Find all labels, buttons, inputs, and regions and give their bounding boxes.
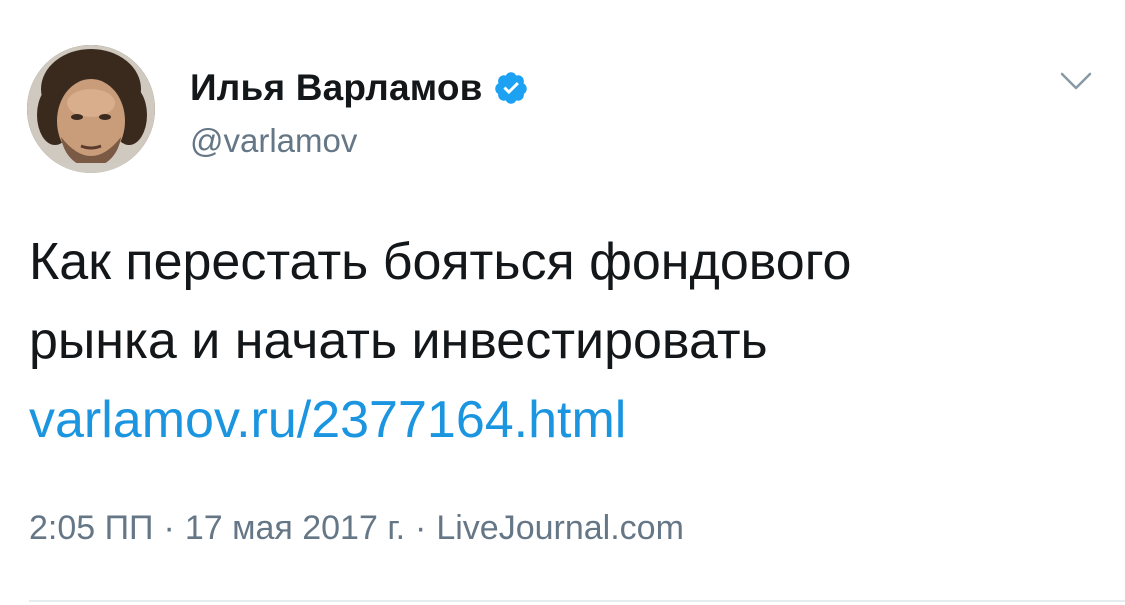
tweet: Илья Варламов @varlamov Как перестать бо… xyxy=(0,0,1125,605)
tweet-link-line: varlamov.ru/2377164.html xyxy=(29,381,1089,460)
divider xyxy=(29,600,1125,602)
author-name[interactable]: Илья Варламов xyxy=(190,67,483,109)
tweet-text-line-1: Как перестать бояться фондового xyxy=(29,233,852,291)
tweet-text: Как перестать бояться фондового рынка и … xyxy=(29,223,1089,460)
avatar[interactable] xyxy=(27,45,155,173)
tweet-time[interactable]: 2:05 ПП xyxy=(29,509,154,547)
tweet-source[interactable]: LiveJournal.com xyxy=(436,509,684,547)
avatar-photo xyxy=(27,45,155,173)
author-name-row: Илья Варламов xyxy=(190,66,529,110)
tweet-date[interactable]: 17 мая 2017 г. xyxy=(185,509,405,547)
tweet-link[interactable]: varlamov.ru/2377164.html xyxy=(29,391,626,449)
meta-separator: · xyxy=(163,509,175,547)
chevron-down-icon[interactable] xyxy=(1056,66,1096,96)
author-handle[interactable]: @varlamov xyxy=(190,122,529,160)
tweet-meta: 2:05 ПП · 17 мая 2017 г. · LiveJournal.com xyxy=(29,509,684,548)
verified-badge-icon xyxy=(493,70,529,106)
tweet-text-line-2: рынка и начать инвестировать xyxy=(29,312,768,370)
author-block: Илья Варламов @varlamov xyxy=(190,66,529,160)
meta-separator: · xyxy=(415,509,427,547)
